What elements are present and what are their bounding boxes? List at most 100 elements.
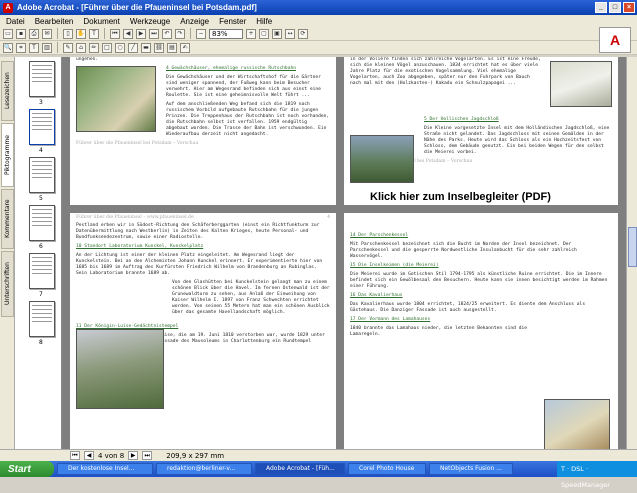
page-text: Mit Parschenkessel bezeichnet sich die B… <box>350 242 577 259</box>
task-button[interactable]: Der kostenlose Insel... <box>57 463 153 475</box>
document-view[interactable]: ungehen. 4 Gewächshäuser, ehemalige russ… <box>62 57 626 461</box>
first-page-icon[interactable]: ⏮ <box>110 28 120 39</box>
thumbnail-number: 4 <box>39 147 43 154</box>
system-tray[interactable]: T · DSL · SpeedManager <box>557 461 637 489</box>
form-icon[interactable]: ▤ <box>167 42 177 53</box>
zoom-field[interactable]: 83% <box>209 28 243 39</box>
task-button[interactable]: Adobe Acrobat - [Füh... <box>255 463 345 475</box>
minimize-button[interactable]: _ <box>595 2 607 13</box>
fit-width-icon[interactable]: ↔ <box>285 28 295 39</box>
task-button[interactable]: NetObjects Fusion ... <box>429 463 513 475</box>
save-icon[interactable]: ▪ <box>16 28 26 39</box>
page-thumbnail[interactable] <box>29 157 55 193</box>
garden-photo <box>76 66 156 132</box>
rectangle-icon[interactable]: □ <box>102 42 112 53</box>
menu-anzeige[interactable]: Anzeige <box>180 17 209 26</box>
prev-page-icon[interactable]: ◀ <box>84 451 94 460</box>
tab-comments[interactable]: Kommentare <box>1 189 14 249</box>
acrobat-icon: A <box>3 2 13 13</box>
crop-icon[interactable]: ⌗ <box>16 42 26 53</box>
maximize-button[interactable]: □ <box>609 2 621 13</box>
vertical-scrollbar[interactable] <box>626 57 637 461</box>
prev-page-icon[interactable]: ◀ <box>123 28 133 39</box>
toolbar-tools: 🔍 ⌗ T ▥ ✎ ⌂ ✏ □ ○ ╱ ▬ ⛓ ▤ ✍ <box>0 41 637 55</box>
forward-icon[interactable]: ↷ <box>175 28 185 39</box>
thumbnail-panel: 3 4 5 6 7 8 <box>15 57 62 461</box>
page-bottom-right: 14 Der Parschenkessel Mit Parschenkessel… <box>344 213 618 461</box>
hand-tool-icon[interactable]: ✋ <box>76 28 86 39</box>
section-heading: 5 Der Hollischen Jagdschloß <box>424 117 499 122</box>
island-guide-link[interactable]: Klick hier zum Inselbegleiter (PDF) <box>370 191 551 203</box>
email-icon[interactable]: ✉ <box>42 28 52 39</box>
menu-werkzeuge[interactable]: Werkzeuge <box>130 17 170 26</box>
bird-photo <box>550 61 612 107</box>
menu-dokument[interactable]: Dokument <box>83 17 119 26</box>
page-text: Von den Glashütten bei Kunckelstein gela… <box>172 280 330 315</box>
zoom-out-icon[interactable]: − <box>196 28 206 39</box>
signature-icon[interactable]: ✍ <box>180 42 190 53</box>
hunting-lodge-photo <box>350 135 414 183</box>
last-page-icon[interactable]: ⏭ <box>149 28 159 39</box>
page-text: An der Lichtung ist einer der kleinen Pl… <box>76 253 323 276</box>
highlight-icon[interactable]: ▬ <box>141 42 151 53</box>
tab-signatures[interactable]: Unterschriften <box>1 251 14 317</box>
tab-thumbnails[interactable]: Piktogramme <box>1 123 14 187</box>
page-thumbnail[interactable] <box>29 61 55 97</box>
line-icon[interactable]: ╱ <box>128 42 138 53</box>
link-icon[interactable]: ⛓ <box>154 42 164 53</box>
page-text: Pestland erben wir in Südost-Richtung de… <box>76 223 320 240</box>
print-icon[interactable]: ⎙ <box>29 28 39 39</box>
adobe-logo: A <box>599 27 631 53</box>
scrollbar-thumb[interactable] <box>628 227 637 267</box>
navigation-pane-icon[interactable]: ▯ <box>63 28 73 39</box>
open-icon[interactable]: ▭ <box>3 28 13 39</box>
page-thumbnail[interactable] <box>29 205 55 241</box>
menu-bearbeiten[interactable]: Bearbeiten <box>35 17 74 26</box>
page-thumbnail[interactable] <box>29 301 55 337</box>
page-footer: Führer über die Pfaueninsel bei Potsdam … <box>76 141 199 146</box>
thumbnail-number: 7 <box>39 291 43 298</box>
thumbnail-number: 8 <box>39 339 43 346</box>
separator <box>57 28 58 39</box>
page-bottom-left: Führer über die Pfaueninsel – www.pfauen… <box>70 213 336 461</box>
page-thumbnail[interactable] <box>29 109 55 145</box>
pencil-icon[interactable]: ✏ <box>89 42 99 53</box>
first-page-icon[interactable]: ⏮ <box>70 451 80 460</box>
section-heading: 16 Das Kavalierhaus <box>350 293 403 298</box>
menu-hilfe[interactable]: Hilfe <box>256 17 272 26</box>
menu-fenster[interactable]: Fenster <box>219 17 246 26</box>
window-title: Adobe Acrobat - [Führer über die Pfaueni… <box>17 3 257 12</box>
zoom-in-icon[interactable]: + <box>246 28 256 39</box>
fit-page-icon[interactable]: ▣ <box>272 28 282 39</box>
zoom-tool-icon[interactable]: 🔍 <box>3 42 13 53</box>
column-select-icon[interactable]: ▥ <box>42 42 52 53</box>
separator <box>57 42 58 53</box>
select-text-icon[interactable]: T <box>89 28 99 39</box>
actual-size-icon[interactable]: ▢ <box>259 28 269 39</box>
section-heading: 15 Die Inselkeimen (die Meierei) <box>350 263 439 268</box>
note-icon[interactable]: ✎ <box>63 42 73 53</box>
oval-icon[interactable]: ○ <box>115 42 125 53</box>
tower-photo <box>76 329 164 409</box>
page-thumbnail[interactable] <box>29 253 55 289</box>
page-indicator[interactable]: 4 von 8 <box>98 452 124 460</box>
page-text: Die Kleine vorgesetzte Insel mit dem Hol… <box>424 126 610 155</box>
back-icon[interactable]: ↶ <box>162 28 172 39</box>
page-top-right: in der Volière finden sich zahlreiche Vo… <box>344 57 618 205</box>
toolbar-main: ▭ ▪ ⎙ ✉ ▯ ✋ T ⏮ ◀ ▶ ⏭ ↶ ↷ − 83% + ▢ ▣ ↔ … <box>0 27 637 41</box>
last-page-icon[interactable]: ⏭ <box>142 451 153 460</box>
page-number: 4 <box>327 215 330 220</box>
next-page-icon[interactable]: ▶ <box>128 451 139 460</box>
close-button[interactable]: × <box>623 2 635 13</box>
text-tool-icon[interactable]: T <box>29 42 39 53</box>
tab-bookmarks[interactable]: Lesezeichen <box>1 61 14 121</box>
next-page-icon[interactable]: ▶ <box>136 28 146 39</box>
start-button[interactable]: Start <box>0 461 54 477</box>
menu-datei[interactable]: Datei <box>6 17 25 26</box>
section-heading: 10 Standort Laboratorium Kunckel, Kuncke… <box>76 244 204 249</box>
task-button[interactable]: Corel Photo House <box>348 463 426 475</box>
stamp-icon[interactable]: ⌂ <box>76 42 86 53</box>
rotate-icon[interactable]: ⟳ <box>298 28 308 39</box>
task-button[interactable]: redaktion@berliner-v... <box>156 463 252 475</box>
status-bar: ⏮ ◀ 4 von 8 ▶ ⏭ 209,9 x 297 mm <box>0 449 637 461</box>
